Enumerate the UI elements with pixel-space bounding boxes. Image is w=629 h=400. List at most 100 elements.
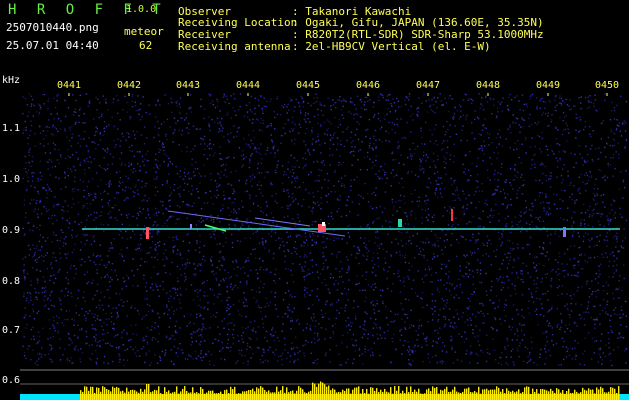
noise-speck [614, 217, 616, 219]
noise-speck [183, 272, 186, 275]
noise-speck [207, 308, 209, 310]
noise-speck [423, 275, 426, 277]
noise-speck [242, 331, 244, 334]
noise-speck [500, 363, 503, 366]
noise-speck [295, 198, 297, 200]
noise-speck [154, 338, 157, 340]
noise-speck [305, 121, 307, 123]
noise-speck [390, 255, 392, 257]
noise-speck [107, 224, 109, 226]
noise-speck [316, 179, 318, 182]
noise-speck [170, 306, 173, 308]
noise-speck [105, 98, 107, 101]
noise-speck [129, 116, 131, 118]
noise-speck [375, 231, 377, 233]
noise-speck [546, 341, 548, 343]
noise-speck [237, 309, 239, 312]
noise-speck [209, 190, 211, 192]
noise-speck [138, 170, 140, 172]
noise-speck [511, 326, 514, 328]
noise-speck [201, 336, 203, 338]
noise-speck [493, 302, 495, 304]
noise-speck [570, 182, 572, 184]
noise-speck [102, 309, 105, 311]
noise-speck [559, 159, 562, 161]
noise-speck [186, 112, 188, 115]
noise-speck [292, 193, 294, 195]
noise-speck [624, 186, 626, 189]
noise-speck [479, 262, 481, 264]
noise-speck [99, 340, 101, 342]
noise-speck [569, 330, 572, 332]
noise-speck [264, 306, 267, 308]
noise-speck [571, 298, 573, 300]
noise-speck [309, 329, 312, 331]
noise-speck [23, 264, 25, 266]
noise-speck [58, 317, 60, 319]
noise-speck [216, 243, 218, 246]
noise-speck [411, 200, 413, 203]
noise-speck [122, 281, 125, 283]
noise-speck [357, 246, 359, 248]
noise-speck [601, 253, 603, 256]
noise-speck [491, 113, 493, 115]
noise-speck [589, 125, 591, 128]
noise-speck [476, 271, 479, 274]
noise-speck [417, 106, 419, 109]
noise-speck [469, 251, 472, 253]
noise-speck [293, 143, 296, 145]
noise-speck [200, 175, 202, 177]
noise-speck [353, 245, 355, 247]
noise-speck [281, 352, 283, 355]
noise-speck [128, 136, 130, 138]
noise-speck [103, 361, 105, 364]
noise-speck [74, 243, 76, 246]
noise-speck [221, 341, 223, 344]
noise-speck [332, 99, 334, 101]
noise-speck [227, 297, 229, 299]
noise-speck [110, 321, 112, 323]
noise-speck [52, 256, 54, 259]
noise-speck [293, 199, 295, 201]
noise-speck [105, 102, 107, 104]
noise-speck [335, 317, 337, 319]
noise-speck [245, 156, 247, 158]
noise-speck [501, 243, 503, 246]
noise-speck [99, 192, 102, 195]
noise-speck [127, 277, 130, 279]
noise-speck [566, 219, 568, 221]
noise-speck [490, 286, 493, 288]
noise-speck [556, 287, 559, 289]
noise-speck [343, 98, 345, 100]
noise-speck [89, 259, 91, 262]
noise-speck [276, 166, 278, 169]
noise-speck [497, 231, 500, 233]
noise-speck [365, 135, 367, 138]
noise-speck [88, 137, 90, 139]
noise-speck [432, 152, 435, 155]
noise-speck [317, 332, 319, 335]
noise-speck [525, 137, 527, 139]
noise-speck [540, 348, 542, 351]
noise-speck [367, 128, 369, 131]
noise-speck [249, 158, 251, 160]
noise-speck [520, 230, 522, 233]
noise-speck [316, 295, 318, 297]
noise-speck [255, 151, 258, 153]
noise-speck [209, 233, 211, 235]
noise-speck [77, 142, 79, 144]
noise-speck [423, 171, 425, 173]
noise-speck [192, 332, 194, 334]
noise-speck [411, 210, 413, 212]
noise-speck [511, 242, 514, 244]
noise-speck [146, 341, 149, 343]
noise-speck [308, 233, 311, 236]
noise-speck [98, 304, 100, 307]
noise-speck [307, 272, 309, 275]
noise-speck [74, 176, 76, 178]
noise-speck [177, 187, 179, 189]
noise-speck [175, 308, 178, 311]
noise-speck [451, 98, 453, 100]
noise-speck [105, 169, 107, 171]
noise-speck [523, 324, 525, 326]
